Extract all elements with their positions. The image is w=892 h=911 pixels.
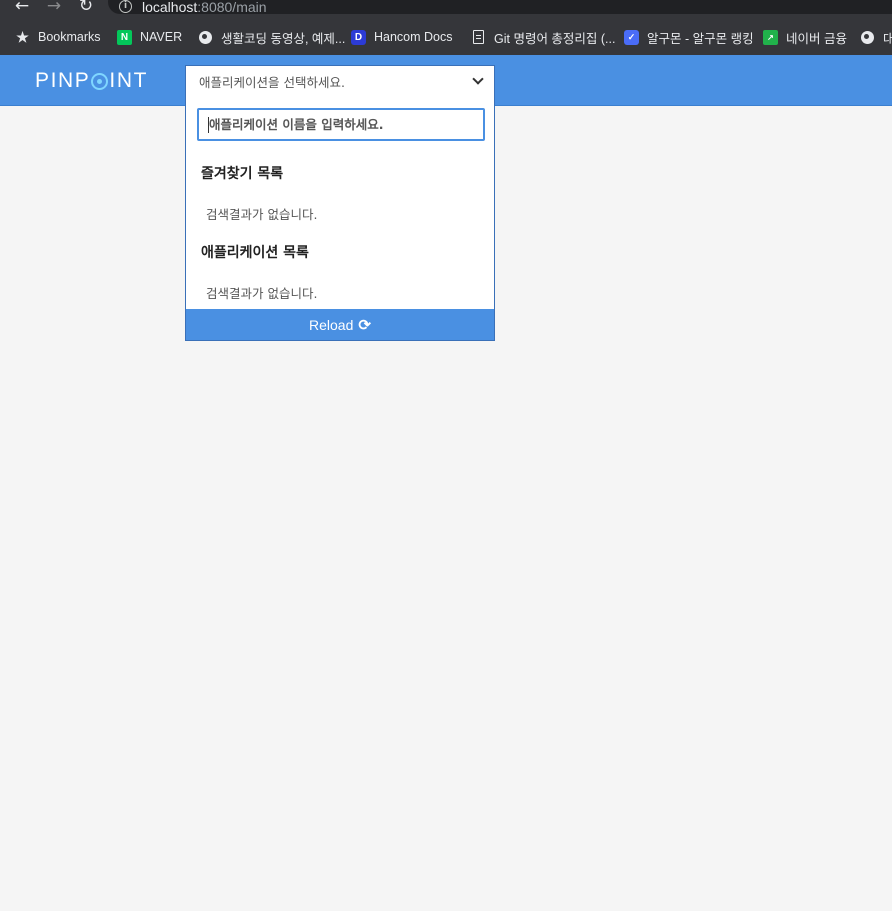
algumon-icon: ✓ [624,29,639,45]
chevron-down-icon [472,73,484,85]
finance-icon: ↗ [763,29,778,45]
pinpoint-logo[interactable]: PINP INT [35,69,148,93]
bookmarks-bar: ★ Bookmarks N NAVER 생활코딩 동영상, 예제... D Ha… [0,20,892,55]
hancom-icon: D [351,29,366,45]
favorites-title: 즐겨찾기 목록 [201,166,284,182]
star-icon: ★ [16,28,29,45]
url-text[interactable]: localhost:8080/main [142,0,267,15]
reload-button[interactable]: Reload ⟳ [186,309,494,340]
pinpoint-logo-target-icon [91,72,109,90]
reload-page-icon[interactable]: ↻ [77,0,95,15]
bookmark-naver[interactable]: N NAVER [117,28,182,46]
bookmark-git-commands[interactable]: Git 명령어 총정리집 (... [471,28,615,46]
globe-icon [860,30,875,45]
application-select-label: 애플리케이션을 선택하세요. [199,75,345,90]
application-search-input[interactable] [197,108,485,141]
back-arrow-icon[interactable]: ← [13,0,31,15]
applications-empty-message: 검색결과가 없습니다. [206,286,318,301]
favorites-empty-message: 검색결과가 없습니다. [206,207,318,222]
forward-arrow-icon[interactable]: → [45,0,63,15]
refresh-icon: ⟳ [358,316,371,334]
bookmark-opentutorials[interactable]: 생활코딩 동영상, 예제... [198,28,345,46]
naver-icon: N [117,29,132,45]
browser-address-bar: ← → ↻ i localhost:8080/main [0,0,892,20]
application-select[interactable]: 애플리케이션을 선택하세요. [185,65,495,98]
bookmark-hancom-docs[interactable]: D Hancom Docs [351,28,453,46]
bookmark-naver-finance[interactable]: ↗ 네이버 금융 [763,28,847,46]
applications-title: 애플리케이션 목록 [201,245,309,261]
bookmark-truncated[interactable]: 대 [860,28,892,46]
site-info-icon[interactable]: i [119,0,132,13]
bookmark-algumon[interactable]: ✓ 알구몬 - 알구몬 랭킹 [624,28,754,46]
application-dropdown: 즐겨찾기 목록 검색결과가 없습니다. 애플리케이션 목록 검색결과가 없습니다… [185,97,495,341]
globe-icon [198,30,213,45]
bookmark-bookmarks[interactable]: ★ Bookmarks [15,28,100,46]
text-caret [208,117,209,133]
document-icon [471,30,486,45]
